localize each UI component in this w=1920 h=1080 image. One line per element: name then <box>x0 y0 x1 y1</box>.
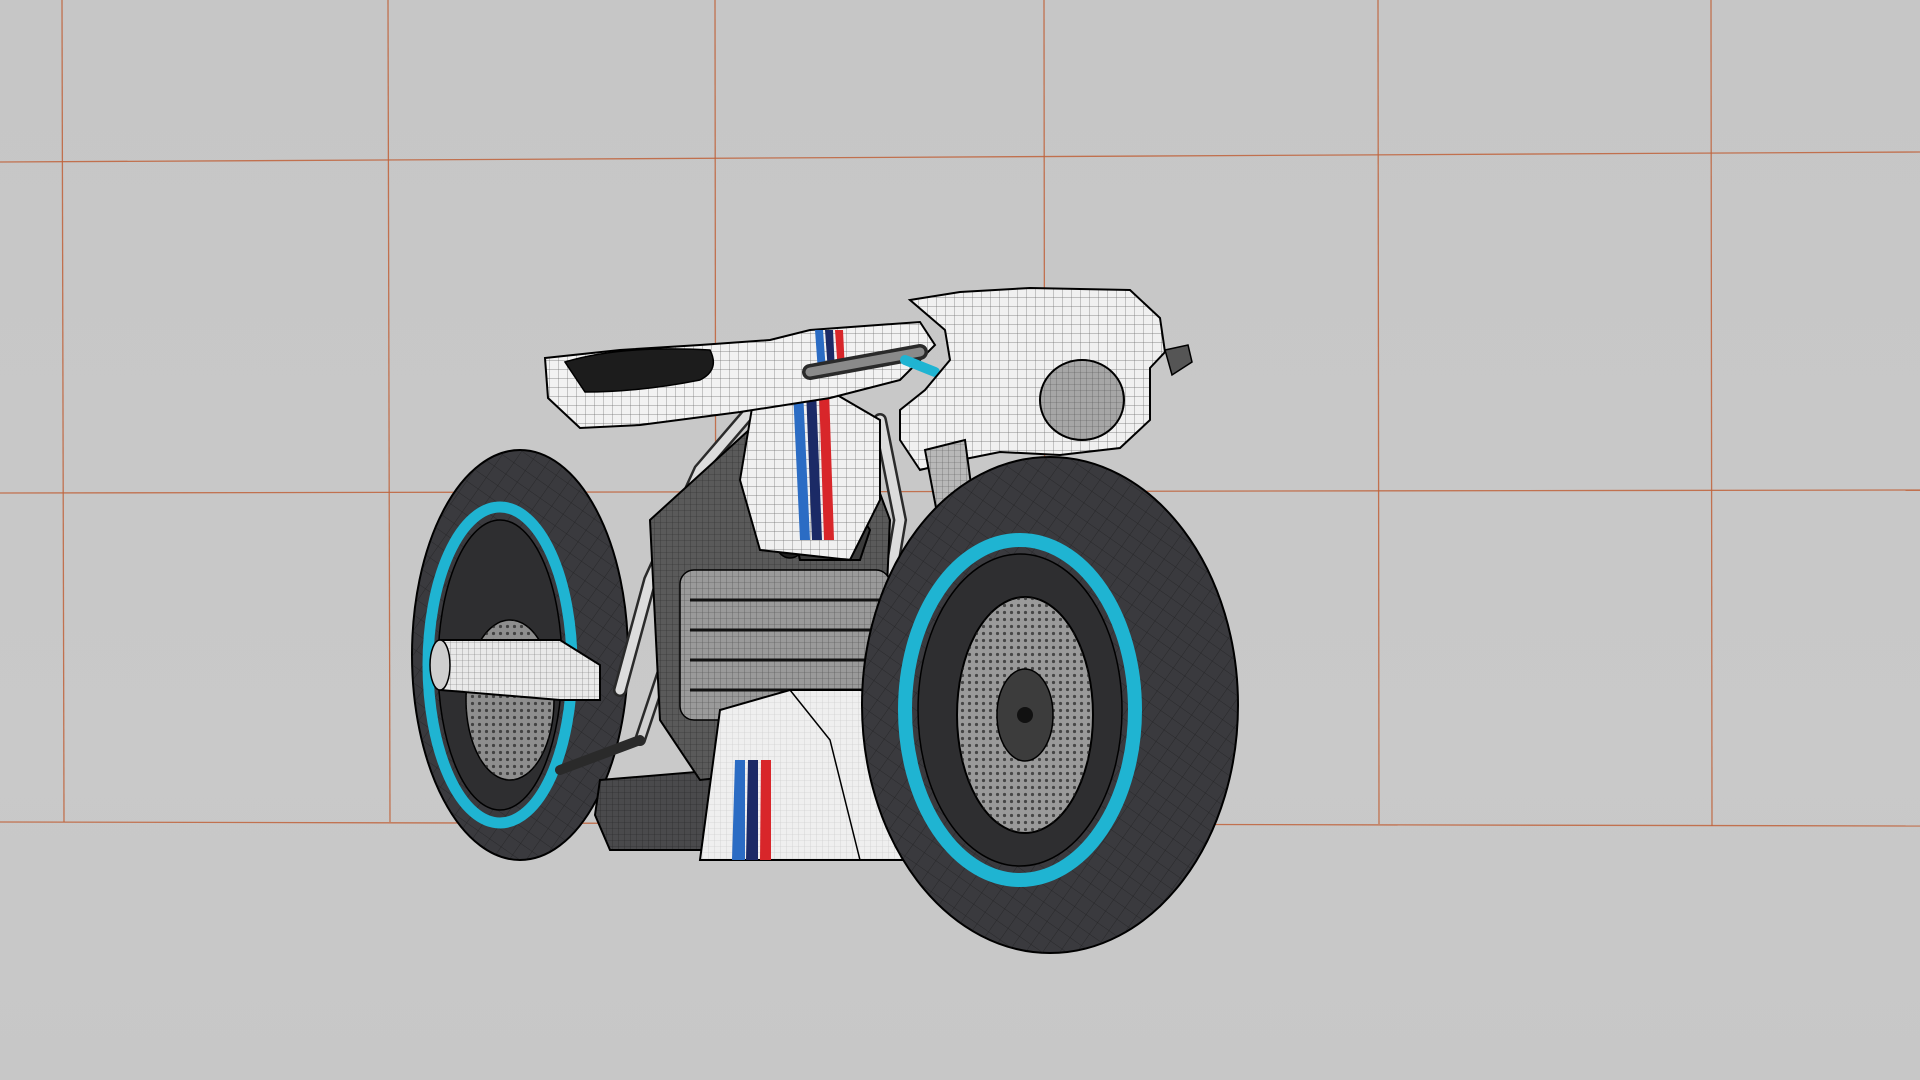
front-fairing[interactable] <box>899 286 1193 472</box>
grid-line-v <box>387 0 391 823</box>
livery-stripes <box>793 390 834 540</box>
grid-line-h <box>0 151 1920 163</box>
grid-line-v <box>1377 0 1380 825</box>
front-wheel[interactable] <box>861 456 1239 954</box>
center-body[interactable] <box>738 383 881 562</box>
grid-line-v <box>1710 0 1713 827</box>
stand-livery <box>732 760 771 860</box>
3d-viewport[interactable] <box>0 0 1920 1080</box>
grid-line-v <box>61 0 65 823</box>
viewport-canvas[interactable] <box>0 0 1920 1080</box>
motorcycle-model[interactable] <box>411 286 1239 954</box>
seat[interactable] <box>543 320 937 430</box>
